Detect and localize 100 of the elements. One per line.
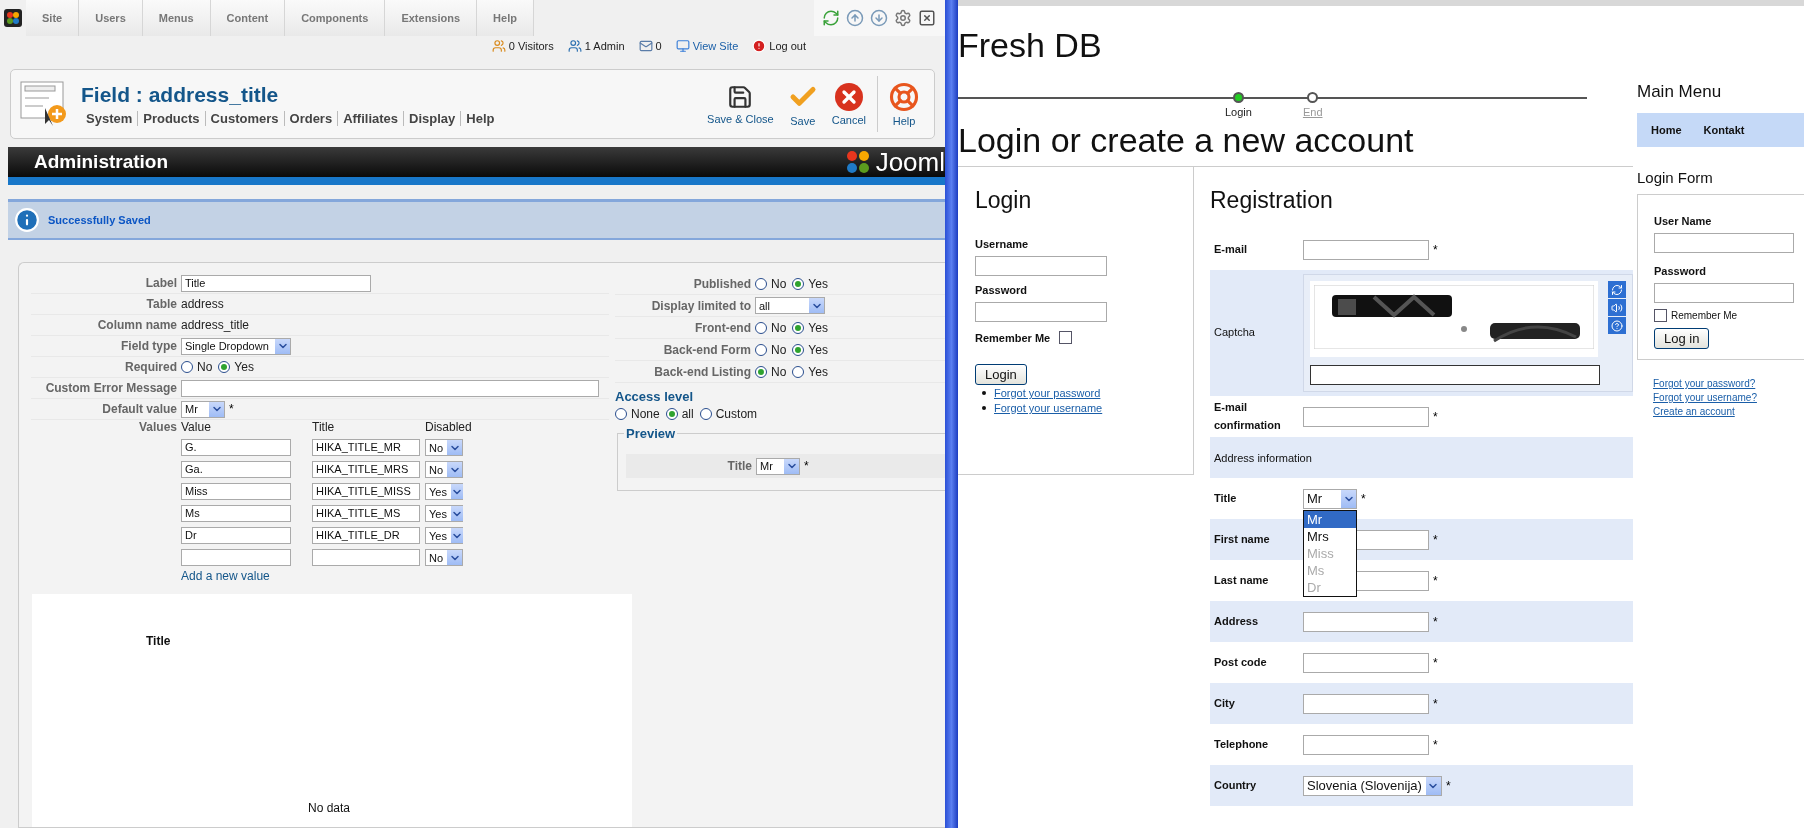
required-mark: * (229, 402, 234, 416)
text-field[interactable]: HIKA_TITLE_MR (312, 439, 420, 456)
dropdown[interactable]: Slovenia (Slovenija) (1303, 775, 1442, 796)
submenu-link[interactable]: Display (404, 110, 462, 126)
logo-icon[interactable] (4, 9, 22, 27)
captcha-field[interactable] (1310, 365, 1600, 385)
text-field[interactable]: Ga. (181, 461, 291, 478)
login-button[interactable]: Log in (1654, 328, 1710, 349)
speaker-icon[interactable] (1608, 299, 1626, 316)
text-field[interactable] (312, 549, 420, 566)
dropdown-option[interactable]: Mr (1304, 510, 1356, 528)
menu-item[interactable]: Help (477, 0, 534, 36)
dropdown[interactable]: No (425, 461, 463, 478)
radio-button[interactable] (615, 408, 627, 420)
text-field[interactable]: G. (181, 439, 291, 456)
menu-link[interactable]: Home (1651, 124, 1682, 136)
submenu-link[interactable]: Affiliates (338, 110, 405, 126)
radio-label: No (771, 320, 787, 335)
text-field[interactable] (181, 549, 291, 566)
radio-button[interactable] (755, 321, 767, 334)
field-label: Back-end Form (662, 342, 752, 357)
text-field[interactable] (1303, 611, 1429, 632)
link[interactable]: Forgot your username? (1653, 392, 1804, 403)
radio-button[interactable] (665, 408, 678, 420)
radio-button[interactable] (792, 277, 805, 290)
settings-icon[interactable] (894, 9, 913, 28)
dropdown[interactable]: Mr (1303, 488, 1357, 509)
radio-button[interactable] (755, 277, 767, 290)
text-field[interactable]: Miss (181, 483, 291, 500)
radio-button[interactable] (699, 408, 712, 420)
toolbar-button[interactable]: Cancel (824, 82, 873, 126)
link[interactable]: Create an account (1653, 406, 1804, 417)
dropdown[interactable]: Single Dropdown (181, 337, 291, 355)
radio-button[interactable] (792, 343, 805, 356)
step-label: Login (1225, 106, 1252, 118)
menu-item[interactable]: Components (285, 0, 386, 36)
menu-item[interactable]: Extensions (385, 0, 478, 36)
text-field[interactable]: HIKA_TITLE_MISS (312, 483, 420, 500)
text-field[interactable] (1654, 283, 1794, 303)
text-field[interactable]: HIKA_TITLE_MRS (312, 461, 420, 478)
link[interactable]: Forgot your username (994, 402, 1103, 414)
status-link[interactable]: Log out (769, 40, 806, 52)
checkbox[interactable] (1654, 309, 1667, 322)
toolbar-button[interactable]: Save & Close (700, 83, 781, 125)
refresh-icon[interactable] (822, 9, 841, 28)
field-value: address (181, 297, 224, 311)
text-field[interactable]: Ms (181, 505, 291, 522)
submenu-link[interactable]: Orders (284, 110, 339, 126)
dropdown[interactable]: Yes (425, 505, 463, 522)
text-field[interactable]: HIKA_TITLE_MS (312, 505, 420, 522)
submenu-link[interactable]: System (81, 110, 139, 126)
text-field[interactable] (975, 302, 1107, 322)
toolbar-button[interactable]: Save (780, 81, 825, 127)
text-field[interactable] (1303, 239, 1429, 260)
toolbar-button[interactable]: Help (882, 81, 926, 127)
radio-button[interactable] (181, 361, 193, 373)
dropdown[interactable]: No (425, 439, 463, 456)
radio-button[interactable] (755, 365, 767, 378)
text-field[interactable] (181, 379, 599, 397)
dropdown[interactable]: all (755, 297, 825, 314)
dropdown[interactable]: Yes (425, 483, 463, 500)
help-icon[interactable] (1608, 317, 1626, 334)
radio-button[interactable] (218, 361, 231, 373)
text-field[interactable]: Title (181, 274, 371, 292)
login-button[interactable]: Login (975, 364, 1027, 385)
text-field[interactable] (1303, 652, 1429, 673)
field-label: Captcha (1214, 325, 1256, 341)
dropdown[interactable]: Mr (181, 400, 225, 418)
text-field[interactable] (1654, 233, 1794, 253)
required-mark: * (1433, 737, 1438, 752)
submenu-link[interactable]: Customers (205, 110, 285, 126)
link[interactable]: Forgot your password? (1653, 378, 1804, 389)
radio-button[interactable] (755, 343, 767, 356)
refresh-icon[interactable] (1608, 281, 1626, 298)
checkbox[interactable] (1059, 331, 1073, 344)
status-link[interactable]: View Site (692, 40, 739, 52)
text-field[interactable] (1303, 734, 1429, 755)
menu-item[interactable]: Menus (142, 0, 211, 36)
dropdown[interactable]: No (425, 549, 463, 566)
text-field[interactable]: HIKA_TITLE_DR (312, 527, 420, 544)
add-value-link[interactable]: Add a new value (181, 569, 270, 583)
text-field[interactable] (1303, 693, 1429, 714)
close-icon[interactable] (918, 9, 937, 28)
field-label: Address (1214, 613, 1260, 629)
dropdown[interactable]: Mr (756, 457, 800, 475)
field-label: E-mail (1214, 241, 1248, 257)
menu-link[interactable]: Kontakt (1703, 124, 1745, 136)
link[interactable]: Forgot your password (994, 387, 1101, 399)
text-field[interactable] (975, 256, 1107, 276)
cancel-icon (834, 82, 863, 111)
radio-button[interactable] (792, 365, 805, 378)
menu-item[interactable]: Users (79, 0, 143, 36)
submenu-link[interactable]: Help (461, 110, 500, 126)
text-field[interactable]: Dr (181, 527, 291, 544)
menu-item[interactable]: Site (26, 0, 80, 36)
submenu-link[interactable]: Products (138, 110, 206, 126)
radio-button[interactable] (792, 321, 805, 334)
menu-item[interactable]: Content (210, 0, 286, 36)
dropdown[interactable]: Yes (425, 527, 463, 544)
text-field[interactable] (1303, 406, 1429, 427)
